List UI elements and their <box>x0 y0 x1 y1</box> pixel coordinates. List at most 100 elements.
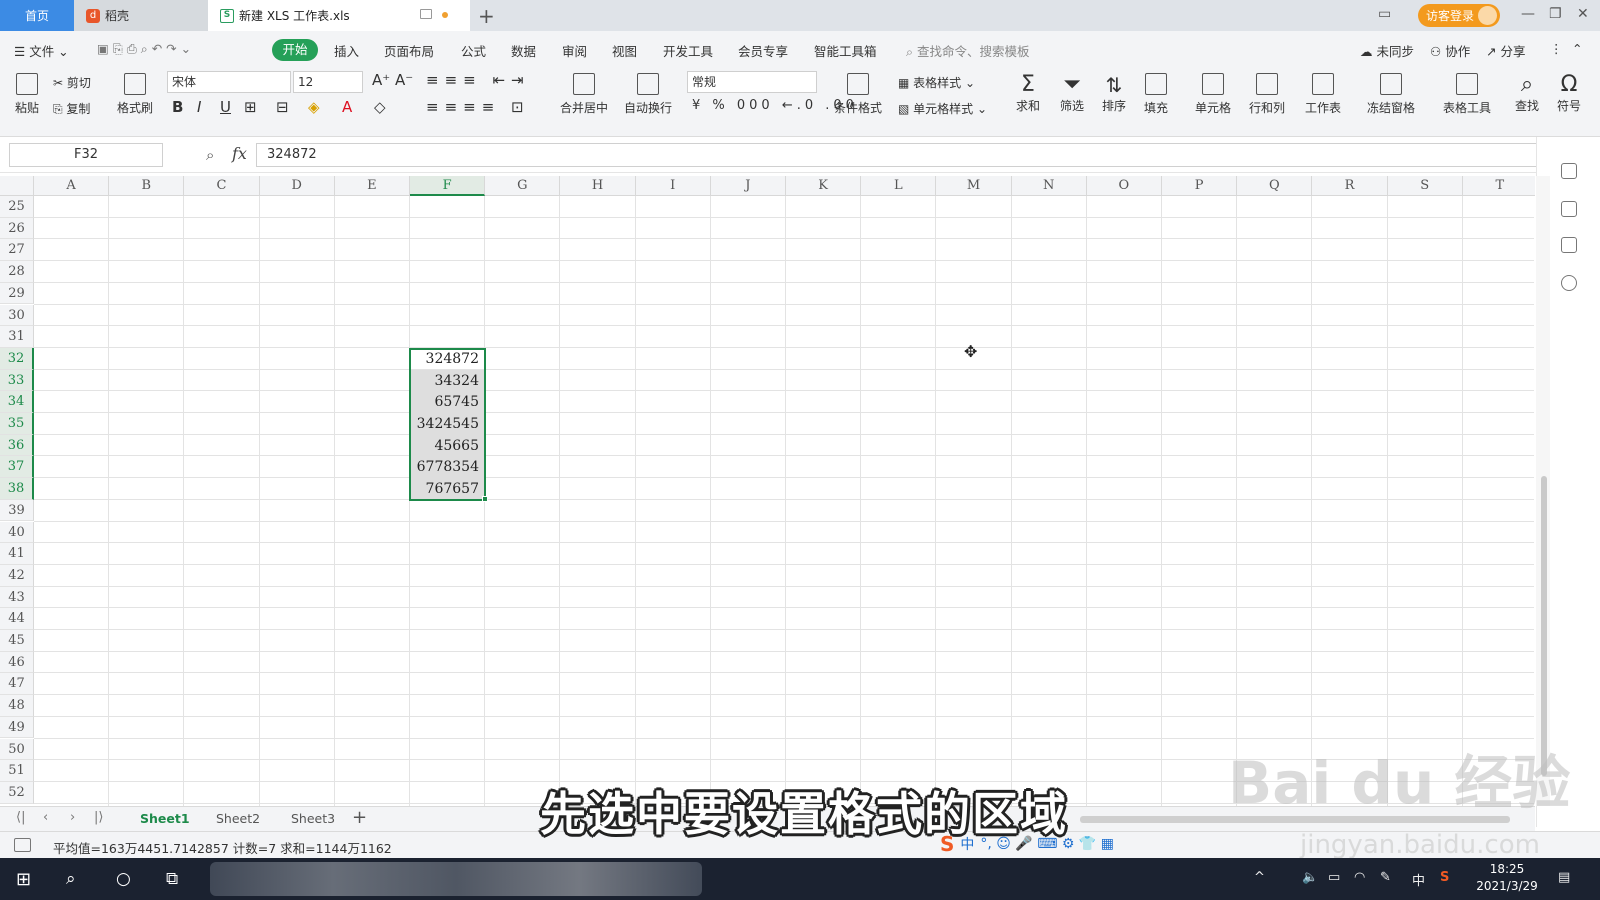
symbol-button[interactable]: Ω 符号 <box>1550 73 1588 114</box>
increase-font-icon[interactable]: A⁺ <box>372 71 390 89</box>
close-icon[interactable]: ✕ <box>1577 6 1589 22</box>
wrap-text-button[interactable]: 自动换行 <box>620 73 676 116</box>
align-horizontal-icons[interactable]: ≡≡≡≡ ⊡ <box>426 98 530 116</box>
pointer-icon[interactable] <box>1561 163 1577 179</box>
column-header-f[interactable]: F <box>410 176 486 196</box>
row-header-28[interactable]: 28 <box>0 261 34 283</box>
quick-access-icons[interactable]: ▣ ⎘ ⎙ ⌕ ↶ ↷ ⌄ <box>97 41 191 57</box>
sogou-tray-icon[interactable]: S <box>1440 870 1449 885</box>
table-style-button[interactable]: ▦ 表格样式 ⌄ <box>898 74 975 91</box>
row-header-49[interactable]: 49 <box>0 716 34 739</box>
row-header-33[interactable]: 33 <box>0 369 34 392</box>
border-icon[interactable]: ⊞ <box>244 98 257 116</box>
table-tools-button[interactable]: 表格工具 <box>1436 73 1498 116</box>
search-icon[interactable]: ⌕ <box>66 869 76 889</box>
row-header-41[interactable]: 41 <box>0 543 34 565</box>
row-header-34[interactable]: 34 <box>0 391 34 413</box>
row-header-27[interactable]: 27 <box>0 239 34 262</box>
menu-smart-toolbox[interactable]: 智能工具箱 <box>814 41 877 60</box>
column-header-s[interactable]: S <box>1387 176 1463 196</box>
sheet-tab-3[interactable]: Sheet3 <box>291 811 335 826</box>
lang-indicator[interactable]: 中 <box>1412 870 1425 889</box>
fill-button[interactable]: 填充 <box>1136 73 1176 116</box>
column-header-d[interactable]: D <box>259 176 335 196</box>
row-header-42[interactable]: 42 <box>0 564 34 587</box>
paste-button[interactable]: 粘贴 <box>10 73 44 116</box>
sum-button[interactable]: Σ 求和 <box>1008 73 1048 114</box>
tab-home[interactable]: 首页 <box>0 0 74 31</box>
next-sheet-icon[interactable]: › <box>70 810 75 825</box>
new-tab-button[interactable]: + <box>478 4 495 28</box>
zoom-search-icon[interactable]: ⌕ <box>206 146 214 164</box>
row-header-30[interactable]: 30 <box>0 304 34 327</box>
first-sheet-icon[interactable]: ⟨| <box>16 810 25 825</box>
align-vertical-icons[interactable]: ≡≡≡ ⇤⇥ <box>426 71 530 89</box>
column-header-j[interactable]: J <box>710 176 786 196</box>
prev-sheet-icon[interactable]: ‹ <box>43 810 48 825</box>
column-header-n[interactable]: N <box>1011 176 1087 196</box>
copy-button[interactable]: ⎘ 复制 <box>53 100 90 117</box>
function-icon[interactable]: fx <box>232 144 247 163</box>
menu-review[interactable]: 审阅 <box>562 41 587 60</box>
name-box[interactable]: F32 <box>9 143 163 167</box>
tab-file[interactable]: S 新建 XLS 工作表.xls <box>208 0 470 31</box>
cell-style-button[interactable]: ▧ 单元格样式 ⌄ <box>898 100 987 117</box>
task-view-icon[interactable]: ⧉ <box>166 869 178 889</box>
monitor-icon[interactable] <box>420 9 432 19</box>
taskbar-apps-blurred[interactable] <box>210 862 702 896</box>
sort-button[interactable]: ⇅ 排序 <box>1094 73 1134 114</box>
menu-page-layout[interactable]: 页面布局 <box>384 41 434 60</box>
row-header-44[interactable]: 44 <box>0 608 34 630</box>
worksheet-button[interactable]: 工作表 <box>1297 73 1349 116</box>
formula-input[interactable]: 324872 <box>256 143 1552 167</box>
vertical-scroll-thumb[interactable] <box>1541 476 1547 776</box>
column-header-a[interactable]: A <box>34 176 110 196</box>
menu-start[interactable]: 开始 <box>272 39 318 61</box>
column-header-o[interactable]: O <box>1086 176 1162 196</box>
fill-color-icon[interactable]: ◈ <box>308 98 320 116</box>
column-header-m[interactable]: M <box>936 176 1012 196</box>
underline-button[interactable]: U <box>220 98 231 116</box>
restore-icon[interactable]: ❐ <box>1549 6 1562 22</box>
column-header-t[interactable]: T <box>1462 176 1535 196</box>
column-header-p[interactable]: P <box>1162 176 1238 196</box>
volume-icon[interactable]: 🔈 <box>1302 870 1318 885</box>
decrease-font-icon[interactable]: A⁻ <box>395 71 413 89</box>
column-header-e[interactable]: E <box>334 176 410 196</box>
row-header-26[interactable]: 26 <box>0 217 34 240</box>
row-header-37[interactable]: 37 <box>0 456 34 479</box>
notification-icon[interactable]: ▤ <box>1558 870 1570 885</box>
menu-formula[interactable]: 公式 <box>461 41 486 60</box>
row-header-52[interactable]: 52 <box>0 781 34 804</box>
format-painter-button[interactable]: 格式刷 <box>113 73 157 116</box>
row-col-button[interactable]: 行和列 <box>1242 73 1292 116</box>
row-header-48[interactable]: 48 <box>0 695 34 717</box>
fill-pattern-icon[interactable]: ⊟ <box>276 98 289 116</box>
menu-member[interactable]: 会员专享 <box>738 41 788 60</box>
column-header-b[interactable]: B <box>109 176 185 196</box>
window-mode-icon[interactable]: ▭ <box>1378 6 1391 22</box>
column-header-h[interactable]: H <box>560 176 636 196</box>
row-header-25[interactable]: 25 <box>0 196 34 218</box>
menu-file[interactable]: ☰ 文件 ⌄ <box>14 41 69 60</box>
tab-docer[interactable]: d 稻壳 <box>74 0 208 31</box>
minimize-icon[interactable]: — <box>1521 6 1535 22</box>
column-header-i[interactable]: I <box>635 176 711 196</box>
row-header-32[interactable]: 32 <box>0 347 34 370</box>
row-header-38[interactable]: 38 <box>0 478 34 500</box>
row-header-45[interactable]: 45 <box>0 630 34 652</box>
find-button[interactable]: ⌕ 查找 <box>1508 73 1546 114</box>
row-header-40[interactable]: 40 <box>0 521 34 544</box>
select-all-corner[interactable] <box>0 176 34 196</box>
command-search[interactable]: ⌕ 查找命令、搜索模板 <box>906 41 1030 60</box>
column-header-r[interactable]: R <box>1312 176 1388 196</box>
row-header-36[interactable]: 36 <box>0 434 34 457</box>
collab-button[interactable]: ⚇ 协作 <box>1430 41 1470 60</box>
row-header-35[interactable]: 35 <box>0 413 34 435</box>
number-format-select[interactable]: 常规 <box>687 71 817 93</box>
column-header-g[interactable]: G <box>485 176 561 196</box>
column-header-l[interactable]: L <box>861 176 937 196</box>
row-header-46[interactable]: 46 <box>0 651 34 674</box>
cut-button[interactable]: ✂ 剪切 <box>53 74 91 91</box>
menu-view[interactable]: 视图 <box>612 41 637 60</box>
